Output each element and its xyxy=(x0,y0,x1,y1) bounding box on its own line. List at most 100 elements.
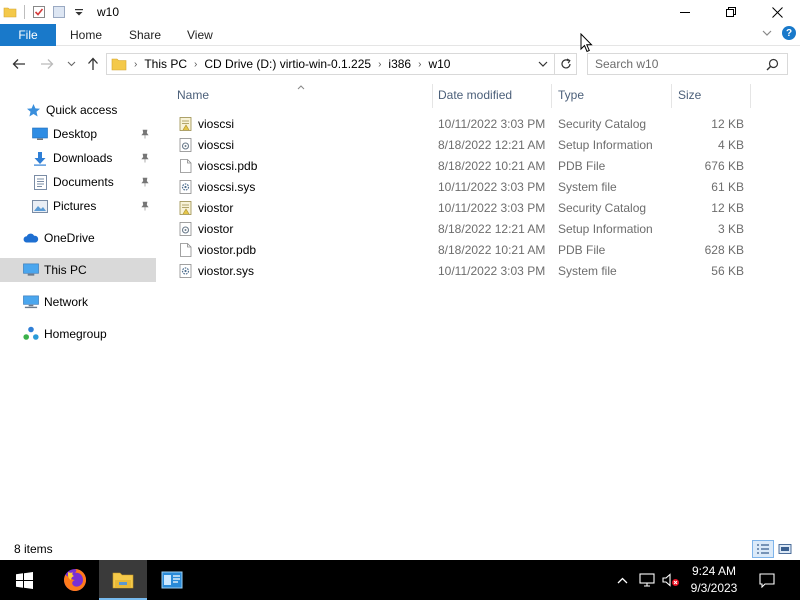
nav-onedrive[interactable]: OneDrive xyxy=(0,226,156,250)
up-button[interactable] xyxy=(84,56,102,72)
table-row[interactable]: vioscsi.sys 10/11/2022 3:03 PM System fi… xyxy=(174,176,754,197)
file-size: 628 KB xyxy=(704,242,744,257)
chevron-down-icon xyxy=(67,61,75,67)
help-button[interactable]: ? xyxy=(782,26,796,40)
column-divider[interactable] xyxy=(750,84,751,108)
pin-icon[interactable] xyxy=(140,200,150,214)
new-folder-icon[interactable] xyxy=(51,4,67,20)
file-date: 8/18/2022 12:21 AM xyxy=(438,221,546,236)
chevron-right-icon[interactable]: › xyxy=(418,59,421,70)
properties-icon[interactable] xyxy=(31,4,47,20)
system-tray-network[interactable] xyxy=(636,560,658,600)
windows-logo-icon xyxy=(15,571,33,589)
chevron-right-icon[interactable]: › xyxy=(194,59,197,70)
column-header-name[interactable]: Name xyxy=(177,84,431,106)
customize-toolbar-icon[interactable] xyxy=(71,4,87,20)
breadcrumb-i386[interactable]: i386 xyxy=(388,57,411,71)
file-size: 676 KB xyxy=(704,158,744,173)
file-type: PDB File xyxy=(558,242,606,257)
close-button[interactable] xyxy=(754,0,800,24)
minimize-button[interactable] xyxy=(662,0,708,24)
table-row[interactable]: viostor 8/18/2022 12:21 AM Setup Informa… xyxy=(174,218,754,239)
taskbar-control-panel[interactable] xyxy=(148,560,196,600)
file-date: 10/11/2022 3:03 PM xyxy=(438,179,546,194)
file-type: Security Catalog xyxy=(558,116,647,131)
system-tray-volume[interactable] xyxy=(660,560,682,600)
nav-this-pc[interactable]: This PC xyxy=(0,258,156,282)
back-button[interactable] xyxy=(10,56,28,72)
nav-label: Quick access xyxy=(46,103,118,117)
taskbar-clock[interactable]: 9:24 AM 9/3/2023 xyxy=(680,563,748,597)
table-row[interactable]: viostor 10/11/2022 3:03 PM Security Cata… xyxy=(174,197,754,218)
nav-label: Pictures xyxy=(53,199,97,213)
tab-view[interactable]: View xyxy=(187,24,213,46)
chevron-right-icon[interactable]: › xyxy=(378,59,381,70)
arrow-up-icon xyxy=(88,57,98,70)
restore-button[interactable] xyxy=(708,0,754,24)
nav-quick-access[interactable]: Quick access xyxy=(0,98,156,122)
expand-ribbon-button[interactable] xyxy=(762,26,772,40)
forward-button[interactable] xyxy=(38,56,56,72)
taskbar-file-explorer[interactable] xyxy=(99,560,147,600)
address-row: › This PC › CD Drive (D:) virtio-win-0.1… xyxy=(0,48,800,80)
tab-file[interactable]: File xyxy=(0,24,56,46)
nav-documents[interactable]: Documents xyxy=(0,170,156,194)
table-row[interactable]: vioscsi.pdb 8/18/2022 10:21 AM PDB File … xyxy=(174,155,754,176)
file-date: 10/11/2022 3:03 PM xyxy=(438,116,546,131)
search-input[interactable]: Search w10 xyxy=(595,57,658,71)
arrow-right-icon xyxy=(41,59,54,69)
table-row[interactable]: viostor.pdb 8/18/2022 10:21 AM PDB File … xyxy=(174,239,754,260)
pin-icon[interactable] xyxy=(140,176,150,190)
file-date: 8/18/2022 10:21 AM xyxy=(438,158,546,173)
address-history-button[interactable] xyxy=(534,54,552,74)
breadcrumb-cd-drive[interactable]: CD Drive (D:) virtio-win-0.1.225 xyxy=(204,57,371,71)
taskbar: 9:24 AM 9/3/2023 xyxy=(0,560,800,600)
action-center-button[interactable] xyxy=(752,560,782,600)
column-divider[interactable] xyxy=(432,84,433,108)
address-bar[interactable]: › This PC › CD Drive (D:) virtio-win-0.1… xyxy=(106,53,577,75)
nav-desktop[interactable]: Desktop xyxy=(0,122,156,146)
column-header-type[interactable]: Type xyxy=(558,84,668,106)
file-type: System file xyxy=(558,263,617,278)
nav-label: This PC xyxy=(44,263,87,277)
column-header-size[interactable]: Size xyxy=(678,84,748,106)
setup-info-icon xyxy=(178,221,194,237)
taskbar-firefox[interactable] xyxy=(51,560,99,600)
file-name: vioscsi xyxy=(198,137,235,152)
show-hidden-icons-button[interactable] xyxy=(612,560,632,600)
column-divider[interactable] xyxy=(551,84,552,108)
recent-locations-button[interactable] xyxy=(62,56,80,72)
nav-label: Desktop xyxy=(53,127,98,141)
table-row[interactable]: vioscsi 8/18/2022 12:21 AM Setup Informa… xyxy=(174,134,754,155)
navigation-pane: Quick access Desktop Downloads Documents… xyxy=(0,96,156,536)
item-count: 8 items xyxy=(14,542,53,556)
network-icon xyxy=(23,294,39,310)
file-size: 61 KB xyxy=(711,179,744,194)
nav-downloads[interactable]: Downloads xyxy=(0,146,156,170)
nav-network[interactable]: Network xyxy=(0,290,156,314)
column-divider[interactable] xyxy=(671,84,672,108)
download-arrow-icon xyxy=(32,150,48,166)
tab-home[interactable]: Home xyxy=(70,24,102,46)
nav-homegroup[interactable]: Homegroup xyxy=(0,322,156,346)
nav-pictures[interactable]: Pictures xyxy=(0,194,156,218)
breadcrumb-this-pc[interactable]: This PC xyxy=(144,57,187,71)
status-bar: 8 items xyxy=(0,538,800,560)
pin-icon[interactable] xyxy=(140,128,150,142)
details-view-button[interactable] xyxy=(752,540,774,558)
table-row[interactable]: vioscsi 10/11/2022 3:03 PM Security Cata… xyxy=(174,113,754,134)
tab-share[interactable]: Share xyxy=(129,24,161,46)
search-box[interactable]: Search w10 xyxy=(587,53,788,75)
start-button[interactable] xyxy=(0,560,48,600)
title-bar: w10 xyxy=(0,0,800,24)
window-controls xyxy=(662,0,800,24)
chevron-down-icon xyxy=(538,61,548,67)
refresh-button[interactable] xyxy=(554,54,576,74)
column-header-date[interactable]: Date modified xyxy=(438,84,548,106)
breadcrumb-w10[interactable]: w10 xyxy=(428,57,450,71)
pin-icon[interactable] xyxy=(140,152,150,166)
table-row[interactable]: viostor.sys 10/11/2022 3:03 PM System fi… xyxy=(174,260,754,281)
large-icons-view-button[interactable] xyxy=(774,540,796,558)
homegroup-icon xyxy=(23,326,39,342)
file-size: 4 KB xyxy=(717,137,744,152)
